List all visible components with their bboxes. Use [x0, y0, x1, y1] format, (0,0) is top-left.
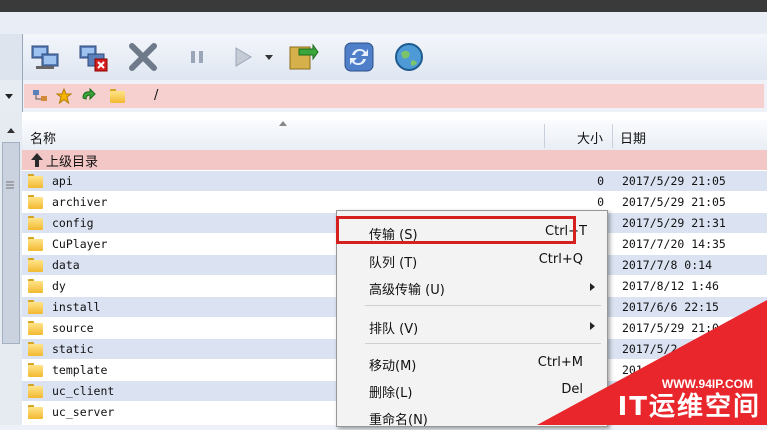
- site-manager-icon[interactable]: [32, 88, 48, 104]
- folder-icon: [28, 405, 43, 419]
- play-icon[interactable]: [226, 40, 260, 74]
- file-name: dy: [52, 279, 66, 293]
- file-name: config: [52, 216, 94, 230]
- folder-icon: [28, 216, 43, 230]
- column-divider[interactable]: [544, 124, 545, 148]
- file-name: data: [52, 258, 80, 272]
- folder-icon: [28, 321, 43, 335]
- menu-item-label: 重命名(N): [369, 413, 428, 428]
- toolbar: [0, 34, 767, 81]
- stop-icon[interactable]: [126, 40, 160, 74]
- folder-icon: [28, 279, 43, 293]
- file-name: source: [52, 321, 94, 335]
- watermark-brand: IT运维空间: [617, 392, 761, 422]
- transfer-icon[interactable]: [286, 40, 320, 74]
- submenu-arrow-icon: [590, 283, 595, 291]
- file-date: 2017/7/8 0:14: [622, 258, 713, 272]
- address-path[interactable]: /: [154, 88, 158, 103]
- highlight-box: [336, 216, 576, 244]
- vertical-scrollbar[interactable]: [0, 112, 23, 425]
- file-name: uc_server: [52, 405, 115, 419]
- menu-item-shortcut: Ctrl+Q: [538, 252, 583, 267]
- file-name: uc_client: [52, 384, 115, 398]
- file-size: 0: [597, 174, 604, 188]
- go-up-icon[interactable]: [80, 88, 96, 104]
- file-date: 2017/5/29 21:31: [622, 216, 726, 230]
- menu-item-label: 排队 (V): [369, 322, 419, 337]
- address-row: /: [0, 80, 767, 113]
- address-bar[interactable]: /: [24, 84, 764, 108]
- file-date: 2017/5/29 21:05: [622, 174, 726, 188]
- folder-icon: [28, 195, 43, 209]
- menu-item-label: 高级传输 (U): [369, 283, 445, 298]
- menu-item-label: 删除(L): [369, 386, 413, 401]
- menu-item-label: 移动(M): [369, 359, 417, 374]
- pause-icon[interactable]: [180, 40, 214, 74]
- file-name: static: [52, 342, 94, 356]
- file-name: archiver: [52, 195, 108, 209]
- refresh-icon[interactable]: [342, 40, 376, 74]
- menu-band: [0, 12, 767, 35]
- dropdown-icon[interactable]: [262, 40, 276, 74]
- menu-item-label: 队列 (T): [369, 256, 418, 271]
- file-date: 2017/5/29 21:05: [622, 195, 726, 209]
- up-arrow-icon: [31, 153, 43, 167]
- folder-icon: [28, 384, 43, 398]
- file-size: 0: [597, 195, 604, 209]
- file-name: api: [52, 174, 73, 188]
- file-name: CuPlayer: [52, 237, 108, 251]
- file-name: template: [52, 363, 108, 377]
- table-row[interactable]: archiver 0 2017/5/29 21:05: [22, 192, 767, 212]
- folder-icon: [110, 89, 125, 103]
- dropdown-arrow-icon[interactable]: [4, 91, 14, 101]
- folder-icon: [28, 174, 43, 188]
- globe-icon[interactable]: [392, 40, 426, 74]
- connect-icon[interactable]: [28, 40, 62, 74]
- column-size[interactable]: 大小: [577, 128, 603, 147]
- column-name[interactable]: 名称: [30, 128, 56, 147]
- file-date: 2017/7/20 14:35: [622, 237, 726, 251]
- address-left-edge: [0, 80, 23, 112]
- folder-icon: [28, 342, 43, 356]
- sort-arrow-icon: [279, 121, 287, 126]
- menu-item-queue[interactable]: 队列 (T) Ctrl+Q: [337, 247, 607, 273]
- parent-directory-row[interactable]: 上级目录: [22, 150, 767, 170]
- scroll-thumb[interactable]: [2, 142, 20, 344]
- file-date: 2017/8/12 1:46: [622, 279, 719, 293]
- file-name: install: [52, 300, 101, 314]
- folder-icon: [28, 300, 43, 314]
- menu-item-advanced-transfer[interactable]: 高级传输 (U): [337, 274, 607, 300]
- parent-directory-label: 上级目录: [46, 155, 99, 170]
- folder-icon: [28, 258, 43, 272]
- column-divider[interactable]: [612, 124, 613, 148]
- disconnect-icon[interactable]: [76, 40, 110, 74]
- grip-icon: [6, 181, 14, 189]
- table-row[interactable]: api 0 2017/5/29 21:05: [22, 171, 767, 191]
- column-header: 名称 大小 日期: [22, 120, 767, 151]
- folder-icon: [28, 237, 43, 251]
- toolbar-left-edge: [0, 34, 23, 80]
- column-date[interactable]: 日期: [620, 128, 646, 147]
- scroll-up-icon[interactable]: [6, 126, 16, 134]
- folder-icon: [28, 363, 43, 377]
- favorite-star-icon[interactable]: [56, 88, 72, 104]
